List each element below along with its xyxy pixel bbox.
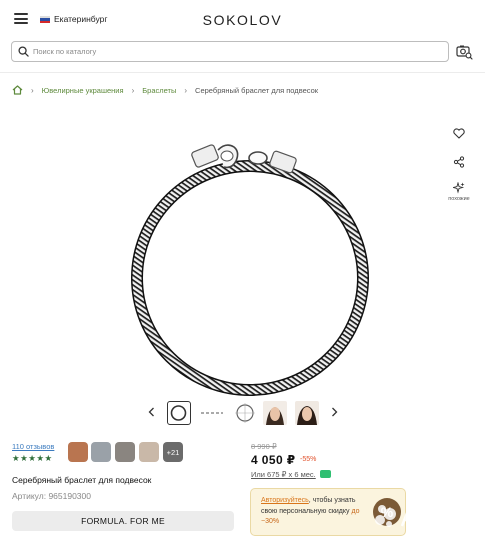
brand-logo[interactable]: SOKOLOV: [0, 12, 485, 28]
gallery-prev-button[interactable]: [144, 405, 158, 419]
review-photo[interactable]: [139, 442, 159, 462]
breadcrumb-bracelets[interactable]: Браслеты: [142, 86, 176, 95]
formula-for-me-button[interactable]: FORMULA. FOR ME: [12, 511, 234, 531]
thumbnail-chain-image: [201, 412, 223, 414]
installment-link[interactable]: Или 675 ₽ x 6 мес.: [251, 470, 316, 479]
sparkle-icon: [453, 182, 465, 194]
chevron-right-icon: [331, 407, 337, 417]
old-price: 8 990 ₽: [251, 442, 277, 451]
thumbnail-bracelet-size[interactable]: [233, 401, 257, 425]
thumbnail-bracelet-image: [170, 405, 187, 421]
chevron-right-icon: ›: [131, 85, 135, 95]
home-icon[interactable]: [12, 85, 23, 95]
current-price: 4 050 ₽: [251, 453, 296, 467]
promo-value: −30%: [261, 518, 280, 525]
review-photo[interactable]: [115, 442, 135, 462]
login-link[interactable]: Авторизуйтесь: [261, 497, 309, 504]
share-button[interactable]: [449, 153, 469, 171]
avito-watermark-logo: [375, 505, 466, 530]
more-review-photos[interactable]: +21: [163, 442, 183, 462]
search-input[interactable]: [33, 45, 438, 58]
similar-label[interactable]: похожие: [441, 196, 477, 202]
product-image[interactable]: [115, 120, 385, 400]
split-payment-icon: [320, 470, 331, 478]
promo-upto: до: [351, 507, 360, 515]
breadcrumb: › Ювелирные украшения › Браслеты › Сереб…: [12, 84, 318, 96]
promo-text: Авторизуйтесь, чтобы узнать свою персона…: [261, 496, 373, 528]
thumbnail-model-image: [263, 401, 287, 425]
breadcrumb-jewelry[interactable]: Ювелирные украшения: [42, 86, 124, 95]
review-photo[interactable]: [68, 442, 88, 462]
rating-stars: ★★★★★: [12, 453, 53, 463]
search-bar[interactable]: [11, 41, 449, 62]
article-number: Артикул: 965190300: [12, 491, 91, 501]
review-photo[interactable]: [91, 442, 111, 462]
product-title: Серебряный браслет для подвесок: [12, 475, 152, 485]
reviews-link[interactable]: 110 отзывов: [12, 442, 54, 451]
thumbnail-model-1[interactable]: [263, 401, 287, 425]
article-label: Артикул:: [12, 491, 47, 501]
search-icon: [18, 46, 29, 57]
photo-search-icon[interactable]: [454, 43, 474, 61]
breadcrumb-current: Серебряный браслет для подвесок: [195, 85, 319, 95]
heart-icon: [453, 127, 465, 139]
similar-button[interactable]: [449, 179, 469, 197]
top-bar: Екатеринбург SOKOLOV: [0, 0, 485, 40]
article-value: 965190300: [48, 491, 91, 501]
gallery-next-button[interactable]: [327, 405, 341, 419]
header-divider: [0, 72, 485, 73]
chevron-right-icon: ›: [31, 85, 34, 95]
thumbnail-model-2[interactable]: [295, 401, 319, 425]
thumbnail-model-image: [295, 401, 319, 425]
thumbnail-bracelet-front[interactable]: [167, 401, 191, 425]
thumbnail-size-image: [235, 403, 255, 423]
chevron-right-icon: ›: [184, 85, 188, 95]
chevron-left-icon: [148, 407, 154, 417]
discount-badge: -55%: [300, 456, 317, 463]
share-icon: [453, 156, 465, 168]
favorite-button[interactable]: [449, 124, 469, 142]
thumbnail-bracelet-side[interactable]: [200, 401, 224, 425]
